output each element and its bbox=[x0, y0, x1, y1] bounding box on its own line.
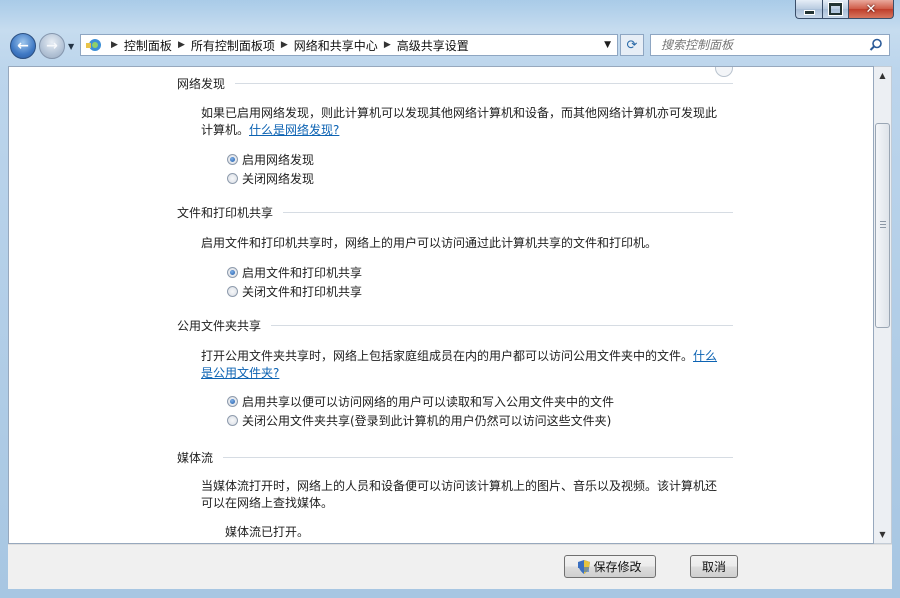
uac-shield-icon bbox=[578, 559, 591, 574]
action-bar: 保存修改 取消 bbox=[8, 544, 892, 589]
section-file-printer-sharing: 文件和打印机共享 bbox=[177, 204, 733, 221]
vertical-scrollbar[interactable]: ▲ ▼ bbox=[874, 66, 892, 544]
divider bbox=[271, 325, 733, 326]
divider bbox=[283, 212, 733, 213]
radio-label: 启用文件和打印机共享 bbox=[242, 265, 363, 280]
section-title: 公用文件夹共享 bbox=[177, 319, 262, 333]
radio-button-selected[interactable] bbox=[227, 266, 238, 278]
section-description: 打开公用文件夹共享时，网络上包括家庭组成员在内的用户都可以访问公用文件夹中的文件… bbox=[201, 348, 721, 382]
section-description: 如果已启用网络发现，则此计算机可以发现其他网络计算机和设备，而其他网络计算机亦可… bbox=[201, 105, 721, 139]
search-box bbox=[650, 34, 890, 56]
radio-disable-network-discovery[interactable]: 关闭网络发现 bbox=[227, 170, 314, 186]
minimize-icon bbox=[804, 10, 814, 14]
close-button[interactable]: ✕ bbox=[848, 0, 894, 19]
cancel-button[interactable]: 取消 bbox=[690, 555, 738, 578]
save-changes-button[interactable]: 保存修改 bbox=[564, 555, 656, 578]
search-icon[interactable] bbox=[869, 38, 883, 52]
scroll-down-icon[interactable]: ▼ bbox=[874, 526, 891, 543]
address-bar[interactable]: ▶ 控制面板 ▶ 所有控制面板项 ▶ 网络和共享中心 ▶ 高级共享设置 ▼ bbox=[80, 34, 618, 56]
radio-button-selected[interactable] bbox=[227, 153, 238, 165]
description-text: 可以在网络上查找媒体。 bbox=[201, 496, 334, 510]
description-text: 打开公用文件夹共享时，网络上包括家庭组成员在内的用户都可以访问公用文件夹中的文件… bbox=[201, 349, 694, 363]
window-controls: ✕ bbox=[795, 0, 894, 20]
advanced-sharing-settings-panel: 网络发现 如果已启用网络发现，则此计算机可以发现其他网络计算机和设备，而其他网络… bbox=[8, 66, 874, 544]
section-title: 媒体流 bbox=[177, 451, 214, 465]
radio-label: 关闭网络发现 bbox=[242, 171, 315, 186]
forward-arrow-icon: → bbox=[46, 38, 58, 54]
breadcrumb-all-items[interactable]: 所有控制面板项 bbox=[191, 37, 275, 54]
help-link-public-folder-b[interactable]: 是公用文件夹? bbox=[201, 366, 279, 380]
radio-label: 启用网络发现 bbox=[242, 152, 315, 167]
radio-enable-public-folder-sharing[interactable]: 启用共享以便可以访问网络的用户可以读取和写入公用文件夹中的文件 bbox=[227, 393, 614, 409]
back-arrow-icon: ← bbox=[17, 38, 29, 54]
breadcrumb: ▶ 控制面板 ▶ 所有控制面板项 ▶ 网络和共享中心 ▶ 高级共享设置 bbox=[105, 37, 469, 54]
radio-disable-file-printer-sharing[interactable]: 关闭文件和打印机共享 bbox=[227, 283, 362, 299]
refresh-icon: ⟳ bbox=[626, 37, 638, 53]
minimize-button[interactable] bbox=[795, 0, 822, 19]
button-label: 保存修改 bbox=[593, 560, 642, 574]
section-media-streaming: 媒体流 bbox=[177, 449, 733, 466]
section-title: 网络发现 bbox=[177, 77, 226, 91]
help-link-network-discovery[interactable]: 什么是网络发现? bbox=[249, 123, 339, 137]
radio-button[interactable] bbox=[227, 172, 238, 184]
chevron-down-icon[interactable]: ▼ bbox=[604, 40, 611, 50]
scrollbar-thumb[interactable] bbox=[875, 123, 890, 328]
chevron-right-icon[interactable]: ▶ bbox=[178, 40, 185, 50]
section-description: 启用文件和打印机共享时，网络上的用户可以访问通过此计算机共享的文件和打印机。 bbox=[201, 236, 658, 250]
breadcrumb-network-center[interactable]: 网络和共享中心 bbox=[294, 37, 378, 54]
section-description: 当媒体流打开时，网络上的人员和设备便可以访问该计算机上的图片、音乐以及视频。该计… bbox=[201, 478, 721, 512]
grip-icon bbox=[880, 221, 886, 229]
media-streaming-status: 媒体流已打开。 bbox=[225, 525, 310, 539]
radio-label: 关闭公用文件夹共享(登录到此计算机的用户仍然可以访问这些文件夹) bbox=[242, 413, 612, 428]
description-text: 当媒体流打开时，网络上的人员和设备便可以访问该计算机上的图片、音乐以及视频。该计… bbox=[201, 479, 718, 493]
radio-disable-public-folder-sharing[interactable]: 关闭公用文件夹共享(登录到此计算机的用户仍然可以访问这些文件夹) bbox=[227, 412, 611, 428]
divider bbox=[235, 83, 733, 84]
forward-button[interactable]: → bbox=[39, 33, 65, 59]
chevron-right-icon[interactable]: ▶ bbox=[111, 40, 118, 50]
refresh-button[interactable]: ⟳ bbox=[620, 34, 644, 56]
search-input[interactable] bbox=[659, 35, 863, 55]
radio-button[interactable] bbox=[227, 285, 238, 297]
help-link-public-folder-a[interactable]: 什么 bbox=[693, 349, 717, 363]
divider bbox=[223, 457, 733, 458]
breadcrumb-control-panel[interactable]: 控制面板 bbox=[124, 37, 172, 54]
maximize-button[interactable] bbox=[822, 0, 848, 19]
navigation-bar: ← → ▼ ▶ 控制面板 ▶ 所有控制面板项 ▶ 网络和共享中心 ▶ 高级共享设… bbox=[8, 32, 892, 60]
control-panel-icon bbox=[85, 37, 103, 53]
section-network-discovery: 网络发现 bbox=[177, 75, 733, 92]
radio-label: 启用共享以便可以访问网络的用户可以读取和写入公用文件夹中的文件 bbox=[242, 394, 615, 409]
scroll-up-icon[interactable]: ▲ bbox=[874, 67, 891, 84]
close-icon: ✕ bbox=[865, 1, 877, 17]
radio-enable-network-discovery[interactable]: 启用网络发现 bbox=[227, 151, 314, 167]
radio-label: 关闭文件和打印机共享 bbox=[242, 284, 363, 299]
section-title: 文件和打印机共享 bbox=[177, 206, 274, 220]
chevron-right-icon[interactable]: ▶ bbox=[384, 40, 391, 50]
back-button[interactable]: ← bbox=[10, 33, 36, 59]
radio-enable-file-printer-sharing[interactable]: 启用文件和打印机共享 bbox=[227, 264, 362, 280]
maximize-icon bbox=[829, 3, 842, 15]
radio-button-selected[interactable] bbox=[227, 395, 238, 407]
breadcrumb-advanced-sharing[interactable]: 高级共享设置 bbox=[397, 37, 469, 54]
section-public-folder-sharing: 公用文件夹共享 bbox=[177, 317, 733, 334]
recent-pages-dropdown[interactable]: ▼ bbox=[68, 42, 74, 51]
radio-button[interactable] bbox=[227, 414, 238, 426]
chevron-right-icon[interactable]: ▶ bbox=[281, 40, 288, 50]
